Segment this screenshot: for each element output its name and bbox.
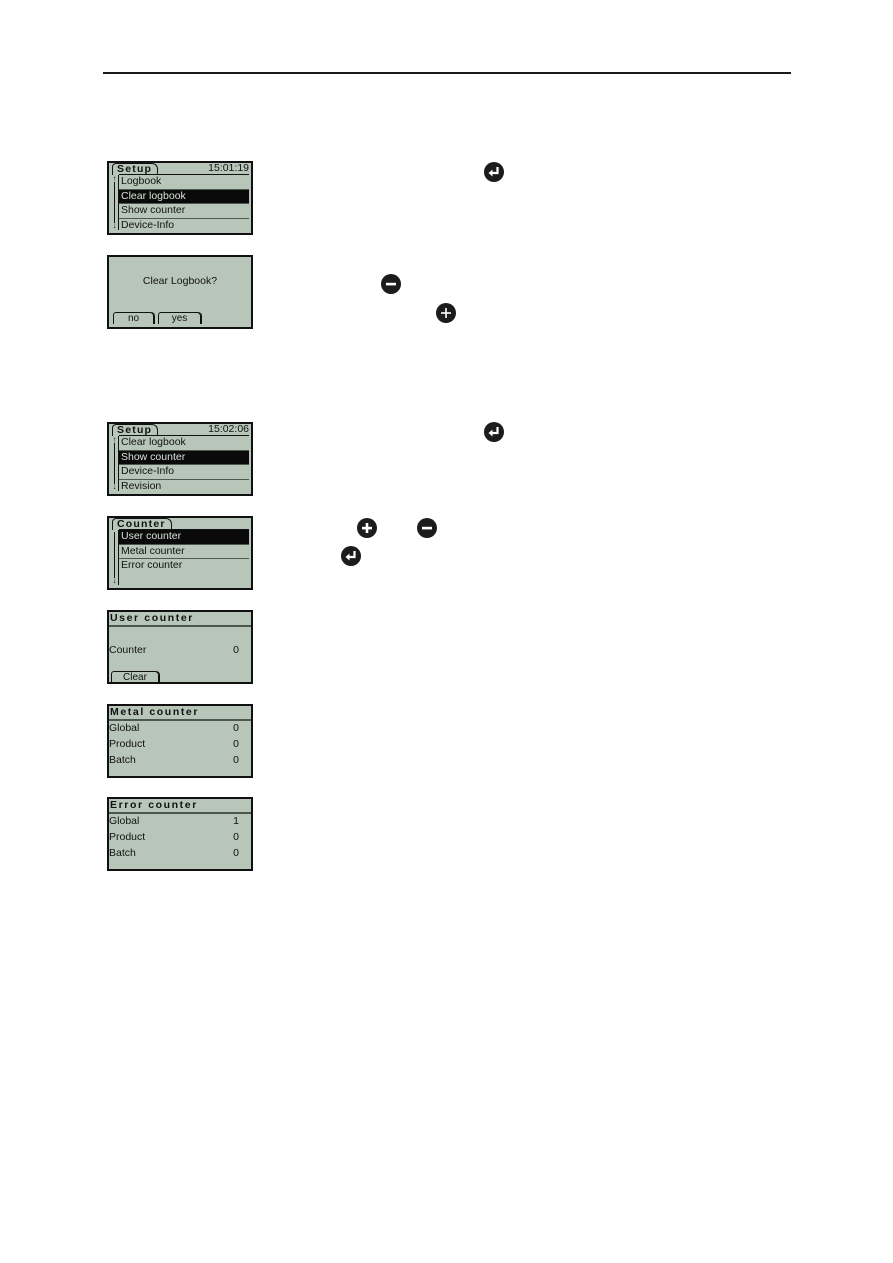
menu-list: Clear logbook Show counter Device-Info R…: [119, 435, 249, 493]
menu-item-logbook[interactable]: Logbook: [119, 175, 249, 190]
scroll-track: [114, 532, 115, 578]
menu-item-device-info[interactable]: Device-Info: [119, 465, 249, 480]
menu-item-metal-counter[interactable]: Metal counter: [119, 545, 249, 559]
menu-item-show-counter[interactable]: Show counter: [119, 450, 249, 465]
page-title: Metal counter: [109, 706, 251, 721]
scrollbar[interactable]: ↑ ↓: [111, 530, 119, 585]
enter-key-icon: [484, 162, 504, 182]
menu-item-revision[interactable]: Revision: [119, 480, 249, 494]
menu-item-show-counter[interactable]: Show counter: [119, 204, 249, 219]
row-label: Global: [109, 722, 140, 734]
row-value: 0: [233, 738, 239, 750]
lcd-user-counter: User counter Counter 0 Clear: [107, 610, 253, 684]
scrollbar[interactable]: ↑ ↓: [111, 175, 119, 230]
row-value: 0: [233, 644, 239, 656]
scrollbar[interactable]: ↑ ↓: [111, 436, 119, 491]
menu-item-error-counter[interactable]: Error counter: [119, 559, 249, 573]
counter-row: Batch 0: [109, 846, 239, 860]
enter-key-icon: [484, 422, 504, 442]
page-title: Error counter: [109, 799, 251, 814]
row-label: Global: [109, 815, 140, 827]
lcd-setup-menu-1: Setup 15:01:19 ↑ ↓ Logbook Clear logbook…: [107, 161, 253, 235]
lcd-setup-menu-2: Setup 15:02:06 ↑ ↓ Clear logbook Show co…: [107, 422, 253, 496]
menu-list: User counter Metal counter Error counter: [119, 529, 249, 573]
counter-row: Global 0: [109, 721, 239, 735]
row-value: 0: [233, 754, 239, 766]
counter-row: Counter 0: [109, 643, 239, 657]
minus-key-icon: [381, 274, 401, 294]
page-title: User counter: [109, 612, 251, 627]
scroll-track: [114, 182, 115, 223]
lcd-metal-counter: Metal counter Global 0 Product 0 Batch 0: [107, 704, 253, 778]
row-label: Product: [109, 831, 146, 843]
menu-item-user-counter[interactable]: User counter: [119, 530, 249, 545]
row-value: 0: [233, 722, 239, 734]
clock: 15:02:06: [208, 423, 249, 435]
lcd-clear-logbook-dialog: Clear Logbook? no yes: [107, 255, 253, 329]
arrow-down-icon: ↓: [112, 221, 117, 230]
clear-button[interactable]: Clear: [111, 671, 159, 682]
row-label: Product: [109, 738, 146, 750]
menu-item-clear-logbook[interactable]: Clear logbook: [119, 436, 249, 451]
header-rule: [103, 72, 791, 74]
minus-key-icon: [417, 518, 437, 538]
no-button[interactable]: no: [113, 312, 154, 324]
menu-list: Logbook Clear logbook Show counter Devic…: [119, 174, 249, 232]
counter-row: Batch 0: [109, 753, 239, 767]
row-label: Counter: [109, 644, 147, 656]
plus-key-icon: [357, 518, 377, 538]
lcd-error-counter: Error counter Global 1 Product 0 Batch 0: [107, 797, 253, 871]
yes-button[interactable]: yes: [158, 312, 201, 324]
arrow-down-icon: ↓: [112, 576, 117, 585]
enter-key-icon: [341, 546, 361, 566]
plus-key-icon: [436, 303, 456, 323]
counter-row: Global 1: [109, 814, 239, 828]
counter-row: Product 0: [109, 830, 239, 844]
clock: 15:01:19: [208, 162, 249, 174]
menu-item-clear-logbook[interactable]: Clear logbook: [119, 189, 249, 204]
menu-item-device-info[interactable]: Device-Info: [119, 219, 249, 233]
arrow-down-icon: ↓: [112, 482, 117, 491]
row-value: 0: [233, 831, 239, 843]
lcd-counter-menu: Counter ↑ ↓ User counter Metal counter E…: [107, 516, 253, 590]
row-value: 0: [233, 847, 239, 859]
dialog-message: Clear Logbook?: [142, 275, 218, 287]
row-label: Batch: [109, 847, 136, 859]
row-value: 1: [233, 815, 239, 827]
counter-row: Product 0: [109, 737, 239, 751]
row-label: Batch: [109, 754, 136, 766]
scroll-track: [114, 443, 115, 484]
